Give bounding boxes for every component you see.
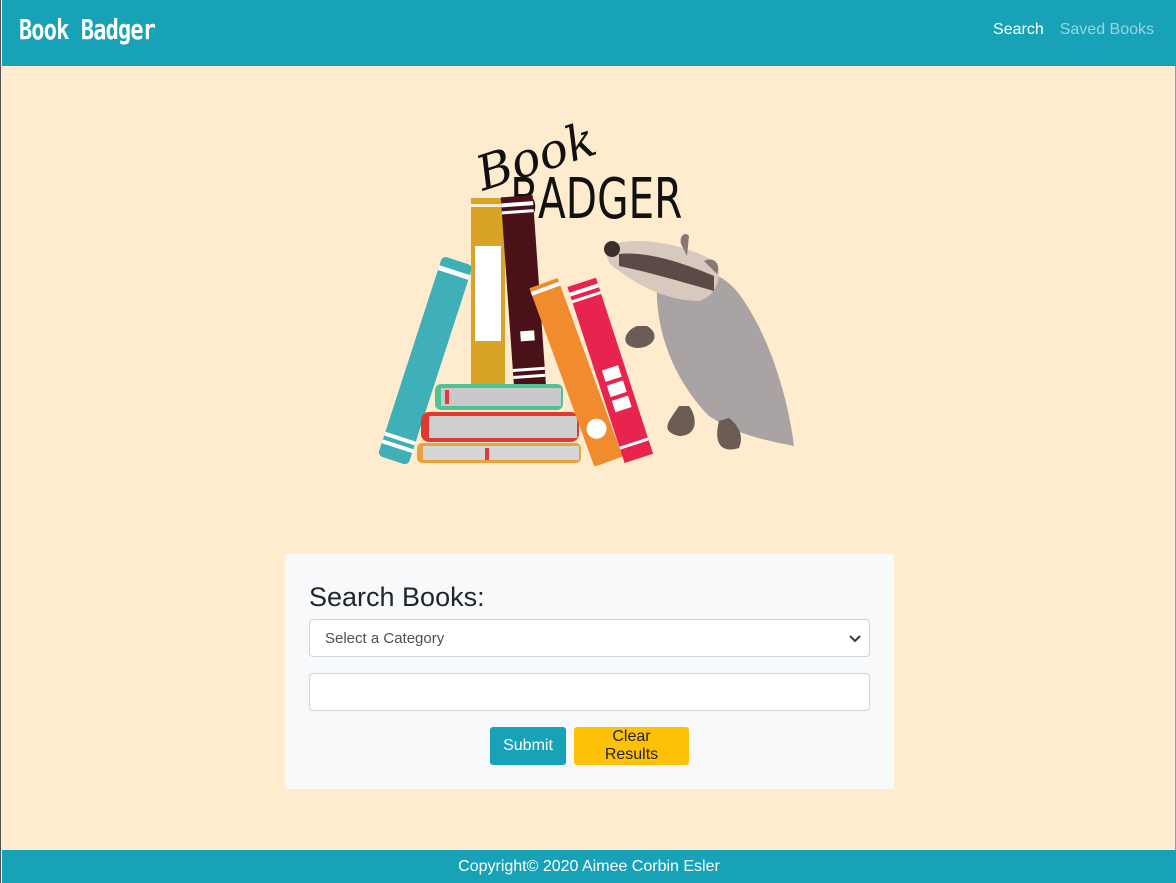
page: Book Badger Search Saved Books Book BADG… [0, 0, 1176, 883]
hero-logo: Book BADGER [378, 86, 799, 467]
footer: Copyright© 2020 Aimee Corbin Esler [2, 850, 1176, 883]
category-select[interactable]: Select a Category [309, 619, 870, 657]
search-card: Search Books: Select a Category Submit C… [285, 554, 894, 789]
nav-links: Search Saved Books [993, 20, 1154, 40]
copyright-text: Copyright© 2020 Aimee Corbin Esler [458, 857, 720, 875]
submit-button[interactable]: Submit [490, 727, 566, 765]
chevron-down-icon [849, 635, 861, 643]
search-input[interactable] [309, 673, 870, 711]
brand-logo[interactable]: Book Badger [19, 10, 156, 50]
nav-link-search[interactable]: Search [993, 20, 1044, 40]
search-heading: Search Books: [309, 582, 485, 612]
book-badger-illustration: Book BADGER [378, 111, 794, 467]
navbar: Book Badger Search Saved Books [2, 0, 1176, 66]
clear-results-button[interactable]: Clear Results [574, 727, 689, 765]
logo-word-badger: BADGER [510, 167, 682, 233]
category-select-value: Select a Category [325, 629, 445, 647]
nav-link-saved-books[interactable]: Saved Books [1060, 20, 1154, 40]
